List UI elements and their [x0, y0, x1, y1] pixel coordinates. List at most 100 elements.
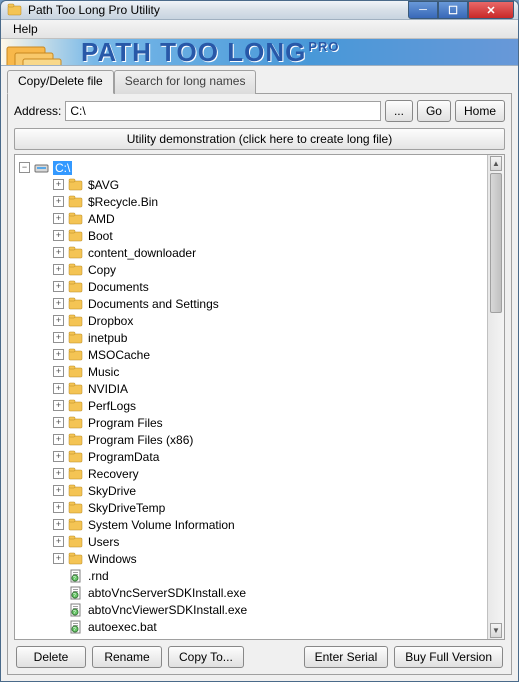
titlebar[interactable]: Path Too Long Pro Utility ─ ☐ ✕ — [1, 1, 518, 20]
app-window: Path Too Long Pro Utility ─ ☐ ✕ Help ✕ P… — [0, 0, 519, 682]
tree-node[interactable]: ?abtoVncServerSDKInstall.exe — [17, 584, 485, 601]
tree-node-label: AMD — [87, 212, 116, 226]
expand-icon[interactable] — [53, 468, 64, 479]
expand-icon[interactable] — [53, 400, 64, 411]
tree-node-label: Documents — [87, 280, 150, 294]
home-button[interactable]: Home — [455, 100, 505, 122]
collapse-icon[interactable] — [19, 162, 30, 173]
tree-node[interactable]: Boot — [17, 227, 485, 244]
browse-button[interactable]: ... — [385, 100, 413, 122]
banner-title-text: PATH TOO LONG — [81, 39, 306, 66]
tree-node-label: Music — [87, 365, 120, 379]
folder-icon — [68, 178, 84, 192]
expand-icon[interactable] — [53, 536, 64, 547]
expand-icon[interactable] — [53, 179, 64, 190]
expand-icon[interactable] — [53, 332, 64, 343]
expand-icon[interactable] — [53, 553, 64, 564]
tab-search-long-names[interactable]: Search for long names — [114, 70, 257, 94]
tree-root[interactable]: C:\ — [17, 159, 485, 176]
tree-node[interactable]: Documents — [17, 278, 485, 295]
tree-node[interactable]: NVIDIA — [17, 380, 485, 397]
tree-node[interactable]: System Volume Information — [17, 516, 485, 533]
tree-node[interactable]: PerfLogs — [17, 397, 485, 414]
tree-node[interactable]: Program Files — [17, 414, 485, 431]
expand-icon[interactable] — [53, 383, 64, 394]
scroll-down-button[interactable]: ▼ — [490, 623, 502, 638]
tree-node[interactable]: AMD — [17, 210, 485, 227]
file-icon: ? — [68, 620, 84, 634]
delete-button[interactable]: Delete — [16, 646, 86, 668]
tree-node[interactable]: Documents and Settings — [17, 295, 485, 312]
tree-node[interactable]: ?.rnd — [17, 567, 485, 584]
buy-full-version-button[interactable]: Buy Full Version — [394, 646, 503, 668]
expand-icon[interactable] — [53, 247, 64, 258]
rename-button[interactable]: Rename — [92, 646, 162, 668]
copy-to-button[interactable]: Copy To... — [168, 646, 244, 668]
address-label: Address: — [14, 104, 61, 118]
tree-node[interactable]: MSOCache — [17, 346, 485, 363]
expand-icon[interactable] — [53, 366, 64, 377]
tree-node[interactable]: ?abtoVncViewerSDKInstall.exe — [17, 601, 485, 618]
folder-icon — [68, 484, 84, 498]
folder-icon — [68, 263, 84, 277]
svg-text:?: ? — [73, 593, 76, 599]
address-bar: Address: ... Go Home — [14, 100, 505, 122]
menubar: Help — [1, 20, 518, 39]
tree-node[interactable]: ?autoexec.bat — [17, 618, 485, 635]
tree-node-label: ProgramData — [87, 450, 160, 464]
tab-copy-delete[interactable]: Copy/Delete file — [7, 70, 114, 94]
tree-node[interactable]: $Recycle.Bin — [17, 193, 485, 210]
tree-node[interactable]: SkyDrive — [17, 482, 485, 499]
file-icon: ? — [68, 603, 84, 617]
expand-icon[interactable] — [53, 315, 64, 326]
expand-icon[interactable] — [53, 230, 64, 241]
tree-node[interactable]: Program Files (x86) — [17, 431, 485, 448]
close-button[interactable]: ✕ — [468, 1, 514, 19]
tree-node[interactable]: SkyDriveTemp — [17, 499, 485, 516]
expand-icon[interactable] — [53, 485, 64, 496]
action-buttons: Delete Rename Copy To... Enter Serial Bu… — [14, 646, 505, 668]
scroll-up-button[interactable]: ▲ — [490, 156, 502, 171]
expand-icon[interactable] — [53, 349, 64, 360]
file-tree[interactable]: C:\ $AVG$Recycle.Bin AMDBootcontent_downlo… — [15, 155, 487, 639]
expand-icon[interactable] — [53, 502, 64, 513]
tree-node[interactable]: Music — [17, 363, 485, 380]
expand-icon[interactable] — [53, 213, 64, 224]
content-area: Copy/Delete file Search for long names A… — [1, 66, 518, 681]
expand-icon[interactable] — [53, 196, 64, 207]
tree-node[interactable]: $AVG — [17, 176, 485, 193]
tree-node[interactable]: Users — [17, 533, 485, 550]
folder-icon — [68, 246, 84, 260]
tree-node[interactable]: content_downloader — [17, 244, 485, 261]
tree-node[interactable]: inetpub — [17, 329, 485, 346]
go-button[interactable]: Go — [417, 100, 451, 122]
expand-icon[interactable] — [53, 451, 64, 462]
scrollbar[interactable]: ▲ ▼ — [487, 155, 504, 639]
expand-icon[interactable] — [53, 434, 64, 445]
enter-serial-button[interactable]: Enter Serial — [304, 646, 389, 668]
tree-node[interactable]: Windows — [17, 550, 485, 567]
tree-node-label: Dropbox — [87, 314, 134, 328]
folder-icon — [68, 297, 84, 311]
minimize-button[interactable]: ─ — [408, 1, 438, 19]
tree-node[interactable]: Copy — [17, 261, 485, 278]
tree-node[interactable]: Dropbox — [17, 312, 485, 329]
maximize-button[interactable]: ☐ — [438, 1, 468, 19]
tree-node[interactable]: ProgramData — [17, 448, 485, 465]
svg-text:?: ? — [73, 576, 76, 582]
folder-icon — [68, 399, 84, 413]
tree-node[interactable]: Recovery — [17, 465, 485, 482]
menu-help[interactable]: Help — [7, 20, 44, 38]
tree-node-label: SkyDrive — [87, 484, 137, 498]
tree-node-label: Program Files (x86) — [87, 433, 194, 447]
demo-button[interactable]: Utility demonstration (click here to cre… — [14, 128, 505, 150]
expand-icon[interactable] — [53, 264, 64, 275]
expand-icon[interactable] — [53, 417, 64, 428]
address-input[interactable] — [65, 101, 381, 121]
expand-icon[interactable] — [53, 519, 64, 530]
expand-icon[interactable] — [53, 281, 64, 292]
tree-node-label: $AVG — [87, 178, 120, 192]
scroll-thumb[interactable] — [490, 173, 502, 313]
expand-spacer — [53, 604, 64, 615]
expand-icon[interactable] — [53, 298, 64, 309]
